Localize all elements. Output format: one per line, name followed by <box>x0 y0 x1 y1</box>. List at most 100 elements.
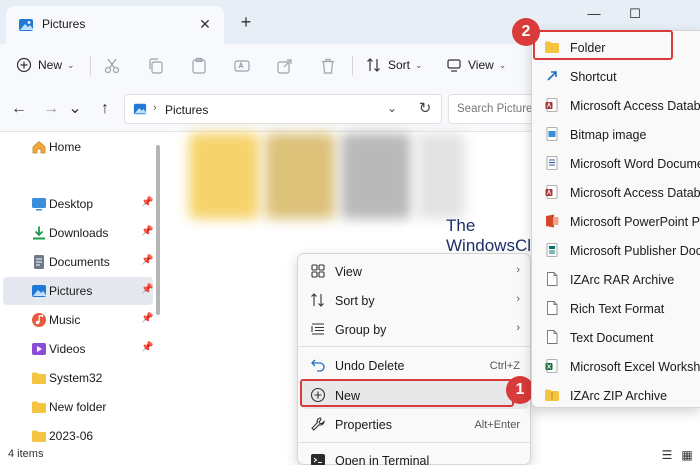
file-thumbnail[interactable] <box>265 133 335 219</box>
access-icon <box>545 185 558 199</box>
sidebar-item-label: System32 <box>49 371 103 385</box>
submenu-item-powerpoint[interactable]: Microsoft PowerPoint Presentation <box>536 207 700 235</box>
pin-icon[interactable]: 📌 <box>141 226 153 237</box>
sort-icon <box>311 293 324 307</box>
submenu-item-word-document[interactable]: Microsoft Word Document <box>536 149 700 177</box>
rename-icon[interactable] <box>233 57 251 75</box>
menu-item-undo-delete[interactable]: Undo Delete Ctrl+Z <box>302 351 528 379</box>
delete-icon[interactable] <box>319 57 337 75</box>
copy-icon[interactable] <box>147 57 165 75</box>
address-bar[interactable]: › Pictures ⌄ <box>124 94 442 124</box>
tab-title: Pictures <box>42 17 86 31</box>
desktop-icon <box>32 198 46 211</box>
sidebar-item-label: Documents <box>49 255 110 269</box>
submenu-item-publisher[interactable]: Microsoft Publisher Document <box>536 236 700 264</box>
menu-item-label: Properties <box>335 418 392 432</box>
sidebar-item-downloads[interactable]: Downloads 📌 <box>3 219 153 247</box>
submenu-item-label: Microsoft Word Document <box>570 157 700 171</box>
file-thumbnail[interactable] <box>189 133 259 219</box>
sidebar-item-documents[interactable]: Documents 📌 <box>3 248 153 276</box>
sidebar-scrollbar[interactable] <box>156 145 160 315</box>
menu-item-label: Sort by <box>335 294 375 308</box>
close-tab-icon[interactable]: ✕ <box>196 15 214 33</box>
chevron-down-icon: ⌄ <box>415 59 423 70</box>
search-input[interactable]: Search Pictures <box>448 94 538 124</box>
context-menu: View › Sort by › Group by › Undo Delete … <box>297 253 531 465</box>
view-button[interactable]: View ⌄ <box>446 52 506 78</box>
home-icon <box>32 140 46 154</box>
sort-icon <box>367 58 380 72</box>
submenu-item-label: Microsoft Access Database <box>570 186 700 200</box>
refresh-icon[interactable]: ↻ <box>416 100 434 118</box>
new-submenu: Folder Shortcut Microsoft Access Databas… <box>531 30 700 408</box>
navigation-pane: Home Desktop 📌 Downloads 📌 Documents 📌 P… <box>0 133 165 445</box>
menu-item-sort-by[interactable]: Sort by › <box>302 286 528 314</box>
pictures-icon <box>133 103 147 115</box>
new-button[interactable]: New ⌄ <box>16 52 75 78</box>
pin-icon[interactable]: 📌 <box>141 284 153 295</box>
cut-icon[interactable] <box>103 57 121 75</box>
file-thumbnail[interactable] <box>417 133 465 219</box>
recent-chevron-icon[interactable]: ⌄ <box>66 100 84 118</box>
sidebar-item-music[interactable]: Music 📌 <box>3 306 153 334</box>
sidebar-item-label: 2023-06 <box>49 429 94 443</box>
submenu-item-rar-archive[interactable]: IZArc RAR Archive <box>536 265 700 293</box>
tab-pictures[interactable]: Pictures ✕ <box>6 6 224 44</box>
submenu-item-label: Microsoft Excel Worksheet <box>570 360 700 374</box>
submenu-item-excel-worksheet[interactable]: Microsoft Excel Worksheet <box>536 352 700 380</box>
powerpoint-icon <box>546 214 559 228</box>
share-icon[interactable] <box>276 57 294 75</box>
pin-icon[interactable]: 📌 <box>141 313 153 324</box>
menu-item-properties[interactable]: Properties Alt+Enter <box>302 410 528 438</box>
back-arrow-icon[interactable]: ← <box>10 100 28 118</box>
folder-icon <box>32 401 46 413</box>
submenu-item-rich-text[interactable]: Rich Text Format <box>536 294 700 322</box>
chevron-down-icon: ⌄ <box>498 59 507 70</box>
pin-icon[interactable]: 📌 <box>141 255 153 266</box>
sort-button[interactable]: Sort ⌄ <box>366 52 423 78</box>
undo-icon <box>311 359 325 372</box>
details-view-icon[interactable]: ☰ <box>660 448 674 462</box>
chevron-right-icon: › <box>516 264 520 276</box>
sidebar-item-videos[interactable]: Videos 📌 <box>3 335 153 363</box>
callout-badge-2: 2 <box>512 18 540 46</box>
highlight-new <box>300 379 514 407</box>
sidebar-item-desktop[interactable]: Desktop 📌 <box>3 190 153 218</box>
minimize-icon[interactable]: — <box>582 4 606 24</box>
pin-icon[interactable]: 📌 <box>141 342 153 353</box>
up-arrow-icon[interactable]: ↑ <box>96 100 114 118</box>
maximize-icon[interactable]: ☐ <box>623 4 647 24</box>
sidebar-item-system32[interactable]: System32 <box>3 364 153 392</box>
menu-item-view[interactable]: View › <box>302 257 528 285</box>
group-icon <box>311 323 324 335</box>
submenu-item-text-document[interactable]: Text Document <box>536 323 700 351</box>
new-button-label: New <box>38 58 63 72</box>
menu-item-label: Open in Terminal <box>335 454 430 465</box>
sidebar-item-new-folder[interactable]: New folder <box>3 393 153 421</box>
paste-icon[interactable] <box>190 57 208 75</box>
submenu-item-label: Microsoft Publisher Document <box>570 244 700 258</box>
new-tab-icon[interactable]: + <box>236 12 256 32</box>
submenu-item-access-database[interactable]: Microsoft Access Database <box>536 91 700 119</box>
submenu-item-zip-archive[interactable]: IZArc ZIP Archive <box>536 381 700 407</box>
tiles-view-icon[interactable]: ▦ <box>680 448 694 462</box>
submenu-item-shortcut[interactable]: Shortcut <box>536 62 700 90</box>
submenu-item-label: IZArc ZIP Archive <box>570 389 668 403</box>
properties-icon <box>311 417 325 431</box>
item-count: 4 items <box>8 448 44 460</box>
sort-button-label: Sort <box>388 58 411 72</box>
forward-arrow-icon[interactable]: → <box>42 100 60 118</box>
breadcrumb[interactable]: Pictures <box>165 103 208 117</box>
file-thumbnail[interactable] <box>341 133 411 219</box>
sidebar-item-pictures[interactable]: Pictures 📌 <box>3 277 153 305</box>
menu-item-open-in-terminal[interactable]: Open in Terminal <box>302 446 528 465</box>
menu-item-group-by[interactable]: Group by › <box>302 315 528 343</box>
submenu-item-bitmap-image[interactable]: Bitmap image <box>536 120 700 148</box>
plus-circle-icon <box>16 57 32 73</box>
sidebar-item-home[interactable]: Home <box>3 133 153 161</box>
sidebar-item-label: Home <box>49 140 82 154</box>
submenu-item-access-database-2[interactable]: Microsoft Access Database <box>536 178 700 206</box>
pin-icon[interactable]: 📌 <box>141 197 153 208</box>
chevron-down-icon[interactable]: ⌄ <box>387 101 397 115</box>
submenu-item-label: IZArc RAR Archive <box>570 273 675 287</box>
